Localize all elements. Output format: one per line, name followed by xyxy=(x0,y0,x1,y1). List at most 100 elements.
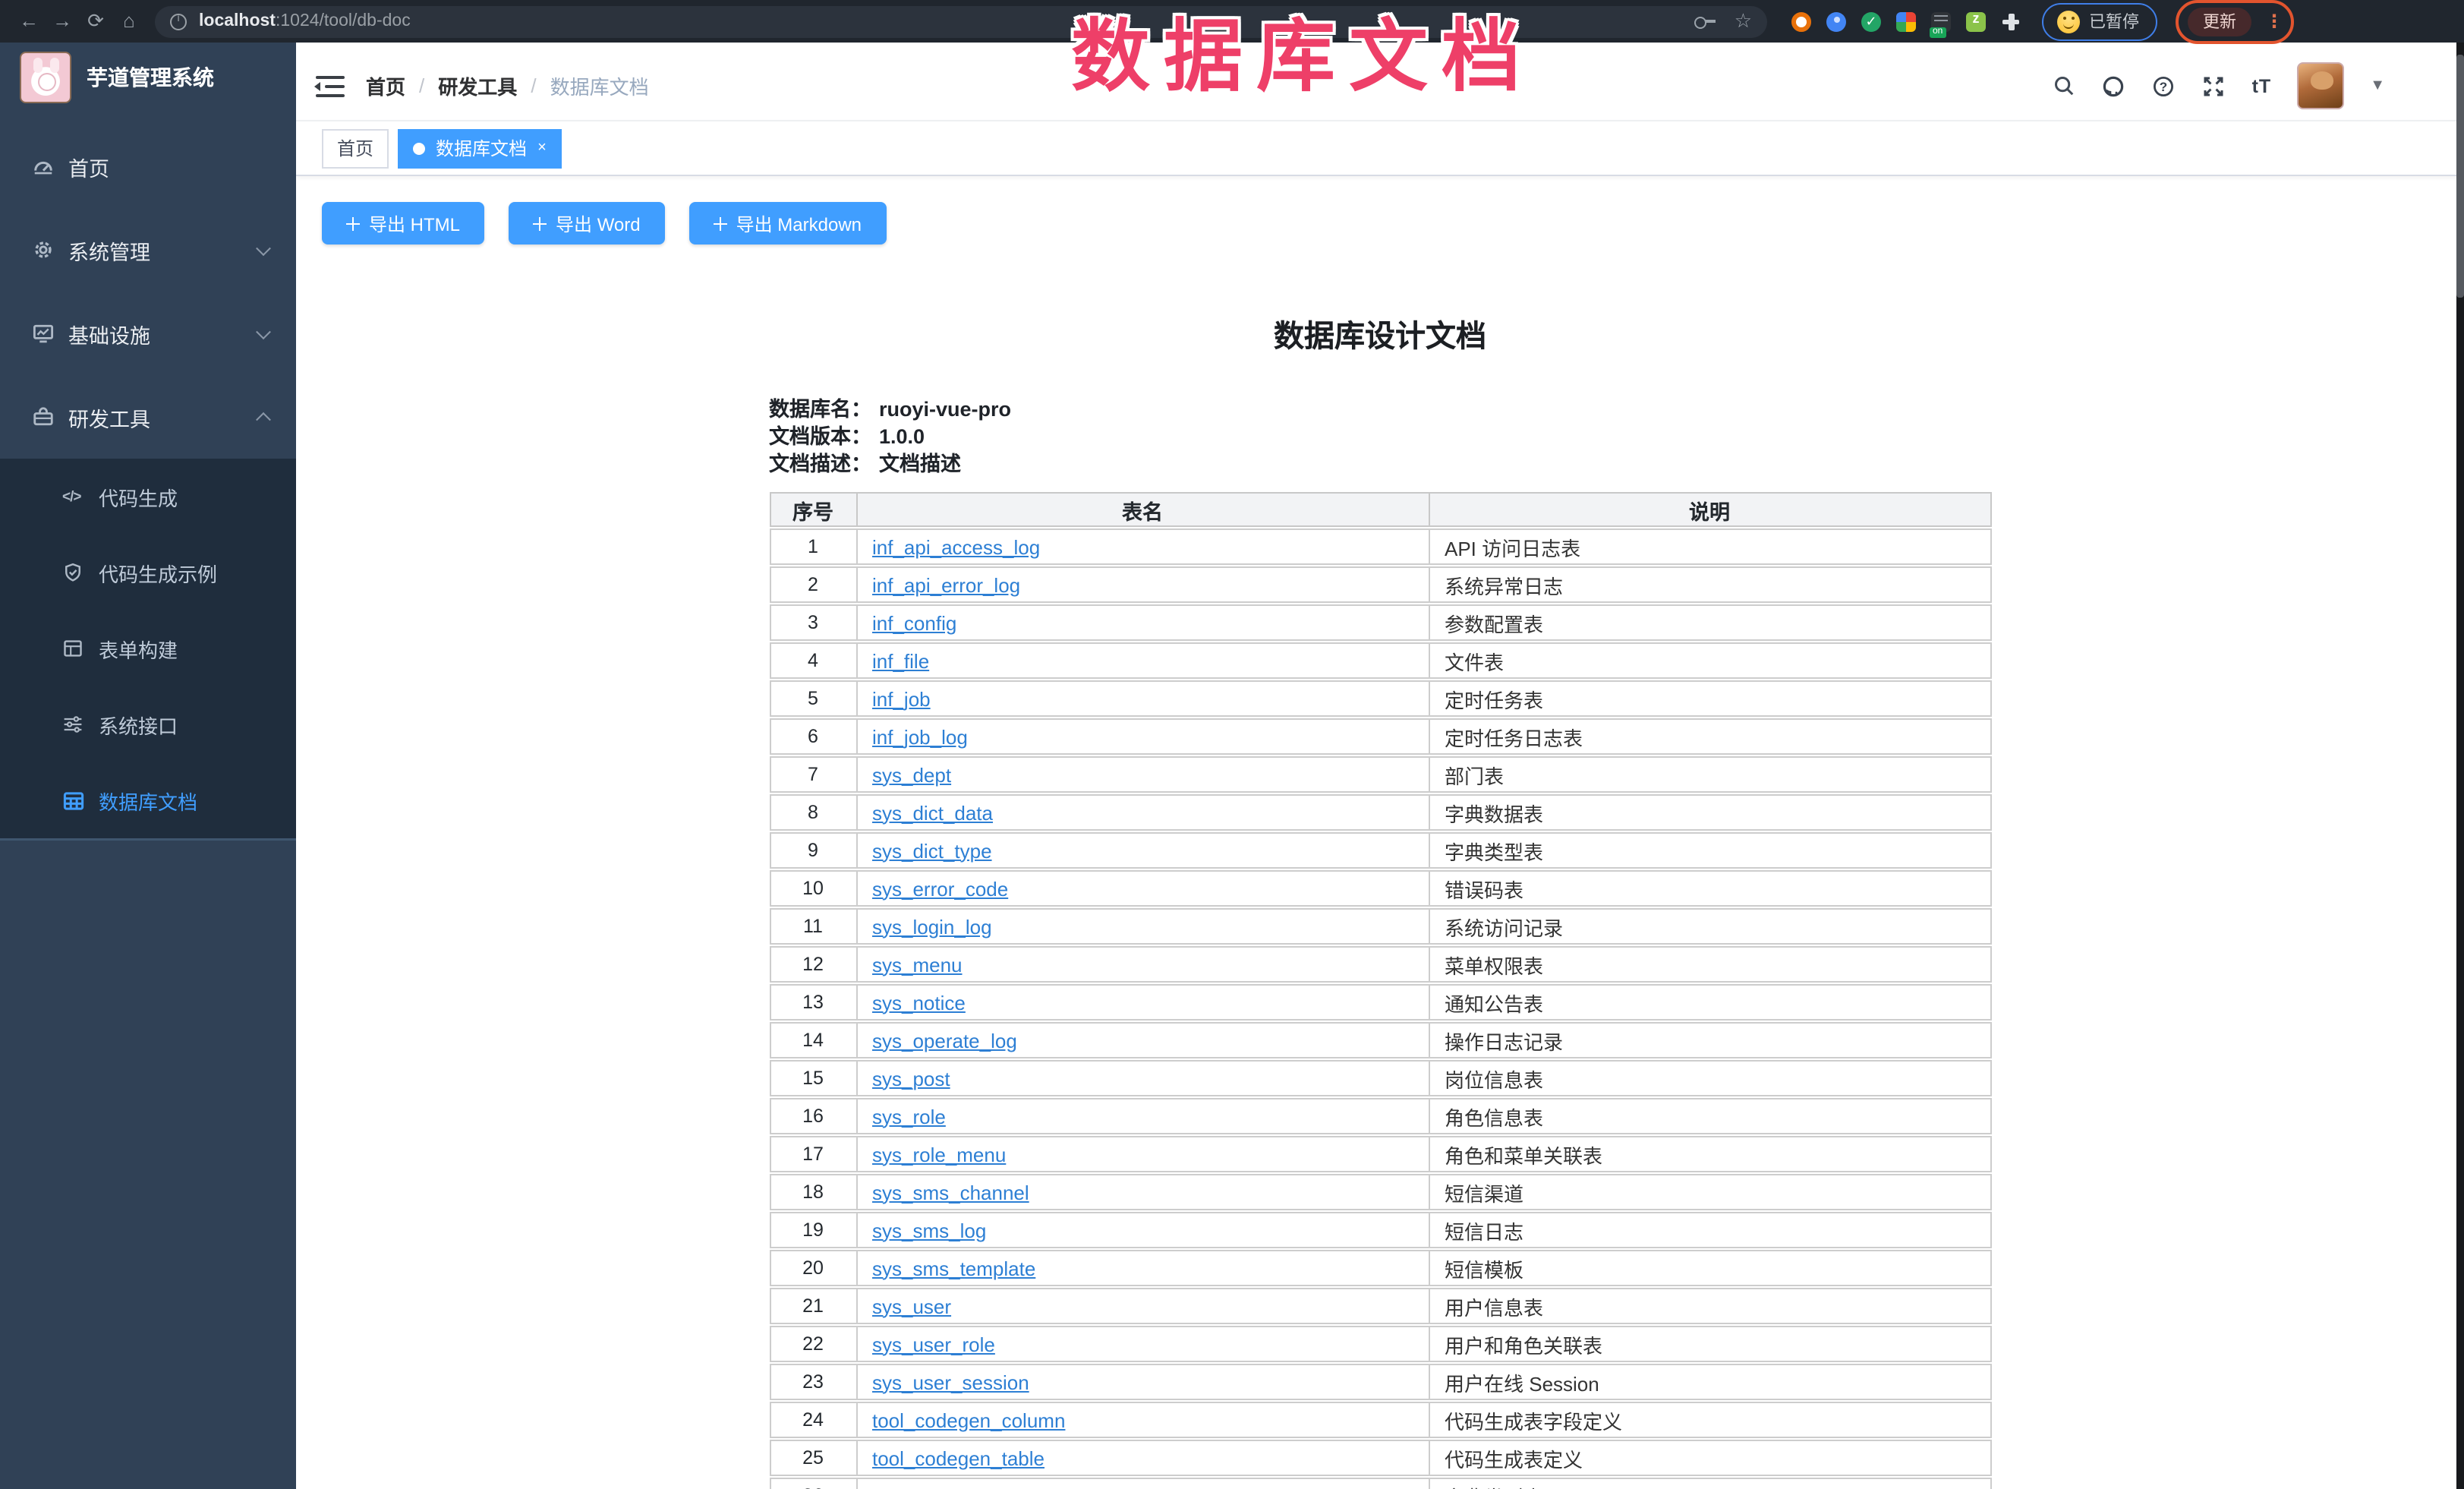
table-name-link[interactable]: inf_job xyxy=(872,687,931,710)
back-icon[interactable]: ← xyxy=(12,0,46,43)
sidebar-item-form-builder[interactable]: 表单构建 xyxy=(0,610,296,686)
table-header-row: 序号 表名 说明 xyxy=(769,492,1991,527)
table-name-link[interactable]: tool_test_demo xyxy=(872,1484,1007,1489)
forward-icon[interactable]: → xyxy=(46,0,79,43)
extension-icon-grid[interactable] xyxy=(1896,11,1916,31)
table-name-link[interactable]: inf_job_log xyxy=(872,725,968,748)
address-bar[interactable]: localhost:1024/tool/db-doc ☆ xyxy=(155,5,1767,37)
table-name-link[interactable]: tool_codegen_table xyxy=(872,1446,1045,1469)
export-html-button[interactable]: 导出 HTML xyxy=(322,202,484,244)
export-word-button[interactable]: 导出 Word xyxy=(509,202,665,244)
table-name-link[interactable]: sys_sms_template xyxy=(872,1257,1035,1279)
avatar[interactable] xyxy=(2297,62,2344,109)
sidebar-item-db-doc[interactable]: 数据库文档 xyxy=(0,762,296,838)
table-row: 11 sys_login_log 系统访问记录 xyxy=(769,908,1991,945)
caret-down-icon[interactable]: ▼ xyxy=(2370,77,2385,94)
row-num: 26 xyxy=(769,1478,857,1489)
row-num: 19 xyxy=(769,1212,857,1248)
table-row: 1 inf_api_access_log API 访问日志表 xyxy=(769,528,1991,565)
row-table-name: sys_notice xyxy=(857,984,1429,1021)
page-scrollbar[interactable] xyxy=(2456,43,2464,1489)
extension-icon-z[interactable] xyxy=(1966,11,1986,31)
row-num: 3 xyxy=(769,604,857,641)
table-name-link[interactable]: sys_dict_type xyxy=(872,839,992,862)
search-icon[interactable] xyxy=(2053,74,2076,97)
row-table-name: sys_post xyxy=(857,1060,1429,1096)
sidebar-item-code-generation[interactable]: 代码生成 xyxy=(0,459,296,535)
table-name-link[interactable]: sys_login_log xyxy=(872,915,992,938)
scrollbar-thumb[interactable] xyxy=(2456,55,2464,298)
row-num: 11 xyxy=(769,908,857,945)
extension-icon-switch-on[interactable] xyxy=(1931,11,1951,31)
table-row: 3 inf_config 参数配置表 xyxy=(769,604,1991,641)
row-num: 13 xyxy=(769,984,857,1021)
sidebar-item-codegen-example[interactable]: 代码生成示例 xyxy=(0,535,296,610)
url-text[interactable]: localhost:1024/tool/db-doc xyxy=(199,12,411,30)
row-num: 23 xyxy=(769,1364,857,1400)
table-name-link[interactable]: sys_dict_data xyxy=(872,801,993,824)
table-name-link[interactable]: sys_role xyxy=(872,1105,946,1128)
table-name-link[interactable]: sys_notice xyxy=(872,991,966,1014)
table-name-link[interactable]: inf_api_access_log xyxy=(872,535,1040,558)
table-name-link[interactable]: sys_user_session xyxy=(872,1371,1029,1393)
paused-extension-badge[interactable]: 已暂停 xyxy=(2045,5,2151,38)
sliders-icon xyxy=(62,714,99,735)
table-name-link[interactable]: sys_post xyxy=(872,1067,950,1090)
table-name-link[interactable]: sys_dept xyxy=(872,763,951,786)
reload-icon[interactable]: ⟳ xyxy=(79,0,112,43)
row-description: 用户在线 Session xyxy=(1429,1364,1991,1400)
extension-icon-pin[interactable] xyxy=(1826,11,1846,31)
breadcrumb-dev-tools[interactable]: 研发工具 xyxy=(438,71,517,100)
font-size-icon[interactable] xyxy=(2252,75,2272,96)
fullscreen-icon[interactable] xyxy=(2202,74,2226,98)
sidebar-item-dev-tools[interactable]: 研发工具 xyxy=(0,375,296,459)
row-description: 短信日志 xyxy=(1429,1212,1991,1248)
table-name-link[interactable]: sys_operate_log xyxy=(872,1029,1017,1052)
password-key-icon[interactable] xyxy=(1695,17,1716,26)
site-info-icon[interactable] xyxy=(170,13,187,30)
active-tab-dot xyxy=(413,142,425,154)
extension-icon-orange[interactable] xyxy=(1791,11,1811,31)
row-num: 5 xyxy=(769,680,857,717)
browser-menu-icon[interactable]: ⋮ xyxy=(2265,7,2283,36)
doc-title: 数据库设计文档 xyxy=(769,311,1991,355)
table-name-link[interactable]: inf_api_error_log xyxy=(872,573,1020,596)
row-table-name: sys_role xyxy=(857,1098,1429,1134)
breadcrumb-home[interactable]: 首页 xyxy=(366,71,405,100)
table-name-link[interactable]: inf_config xyxy=(872,611,956,634)
help-icon[interactable]: ? xyxy=(2152,74,2176,98)
sidebar-item-system-api[interactable]: 系统接口 xyxy=(0,686,296,762)
extension-icon-check[interactable] xyxy=(1861,11,1881,31)
table-name-link[interactable]: inf_file xyxy=(872,649,929,672)
row-num: 2 xyxy=(769,566,857,603)
github-icon[interactable] xyxy=(2102,74,2126,98)
sidebar-item-label: 代码生成 xyxy=(99,482,178,511)
table-name-link[interactable]: sys_user xyxy=(872,1295,951,1317)
breadcrumb-separator: / xyxy=(419,74,424,97)
row-table-name: inf_job_log xyxy=(857,718,1429,755)
sidebar-fold-icon[interactable] xyxy=(314,74,345,98)
close-icon[interactable]: × xyxy=(537,140,547,156)
row-table-name: sys_operate_log xyxy=(857,1022,1429,1058)
bookmark-star-icon[interactable]: ☆ xyxy=(1735,0,1752,43)
row-table-name: inf_api_access_log xyxy=(857,528,1429,565)
sidebar-item-infrastructure[interactable]: 基础设施 xyxy=(0,292,296,375)
table-name-link[interactable]: tool_codegen_column xyxy=(872,1409,1065,1431)
browser-chrome-bar: ← → ⟳ ⌂ localhost:1024/tool/db-doc ☆ 已暂停… xyxy=(0,0,2464,43)
export-markdown-button[interactable]: 导出 Markdown xyxy=(689,202,886,244)
table-name-link[interactable]: sys_user_role xyxy=(872,1333,995,1355)
table-name-link[interactable]: sys_role_menu xyxy=(872,1143,1006,1166)
row-num: 1 xyxy=(769,528,857,565)
tab-home[interactable]: 首页 xyxy=(322,128,389,168)
sidebar-item-home[interactable]: 首页 xyxy=(0,125,296,208)
table-name-link[interactable]: sys_menu xyxy=(872,953,963,976)
tab-db-doc[interactable]: 数据库文档 × xyxy=(398,128,562,168)
sidebar-item-system[interactable]: 系统管理 xyxy=(0,208,296,292)
home-icon[interactable]: ⌂ xyxy=(112,0,146,43)
extensions-puzzle-icon[interactable] xyxy=(2001,11,2021,31)
table-name-link[interactable]: sys_sms_channel xyxy=(872,1181,1029,1204)
update-button[interactable]: 更新 xyxy=(2188,7,2251,36)
table-name-link[interactable]: sys_sms_log xyxy=(872,1219,986,1241)
row-description: 文件表 xyxy=(1429,642,1991,679)
table-name-link[interactable]: sys_error_code xyxy=(872,877,1008,900)
